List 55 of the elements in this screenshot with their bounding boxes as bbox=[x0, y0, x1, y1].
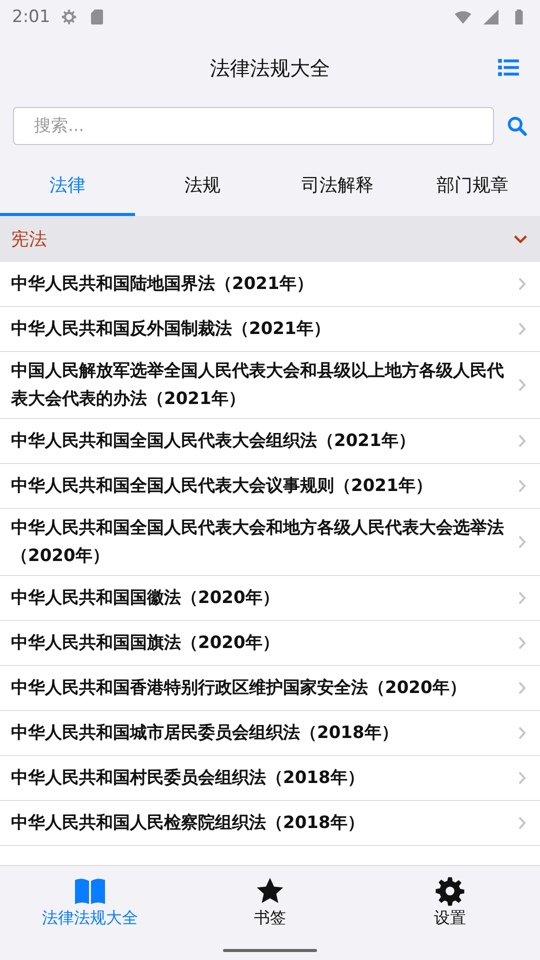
category-tab[interactable]: 部门规章 bbox=[405, 157, 540, 216]
law-title: 中华人民共和国村民委员会组织法（2018年） bbox=[11, 767, 366, 790]
law-list-item[interactable]: 中华人民共和国国旗法（2020年） bbox=[0, 621, 540, 666]
category-tab[interactable]: 司法解释 bbox=[270, 157, 405, 216]
law-list-item[interactable]: 中华人民共和国反外国制裁法（2021年） bbox=[0, 307, 540, 352]
chevron-right-icon bbox=[518, 434, 526, 448]
category-tab[interactable]: 法规 bbox=[135, 157, 270, 216]
book-icon bbox=[74, 876, 106, 906]
app-title: 法律法规大全 bbox=[210, 54, 330, 82]
chevron-right-icon bbox=[518, 681, 526, 695]
law-title: 中华人民共和国全国人民代表大会议事规则（2021年） bbox=[11, 475, 434, 498]
law-list-item[interactable]: 中华人民共和国城市居民委员会组织法（2018年） bbox=[0, 711, 540, 756]
law-list-item[interactable]: 中华人民共和国村民委员会组织法（2018年） bbox=[0, 756, 540, 801]
law-title: 中华人民共和国城市居民委员会组织法（2018年） bbox=[11, 722, 400, 745]
gear-icon bbox=[60, 8, 78, 26]
chevron-right-icon bbox=[518, 535, 526, 549]
law-title: 中华人民共和国国徽法（2020年） bbox=[11, 587, 280, 610]
nav-tab[interactable]: 设置 bbox=[360, 876, 540, 960]
law-list-item[interactable]: 中华人民共和国香港特别行政区维护国家安全法（2020年） bbox=[0, 666, 540, 711]
chevron-right-icon bbox=[518, 378, 526, 392]
law-list-item[interactable]: 中国人民解放军选举全国人民代表大会和县级以上地方各级人民代表大会代表的办法（2021年） bbox=[0, 352, 540, 419]
law-list-item[interactable]: 中华人民共和国陆地国界法（2021年） bbox=[0, 262, 540, 307]
section-header[interactable]: 宪法 bbox=[0, 216, 540, 262]
law-title: 中华人民共和国陆地国界法（2021年） bbox=[11, 273, 314, 296]
nav-tab[interactable]: 书签 bbox=[180, 876, 360, 960]
chevron-right-icon bbox=[518, 591, 526, 605]
wifi-icon bbox=[454, 8, 472, 26]
chevron-right-icon bbox=[518, 726, 526, 740]
settings-icon bbox=[434, 876, 466, 906]
law-list-item[interactable]: 中华人民共和国全国人民代表大会组织法（2021年） bbox=[0, 419, 540, 464]
law-title: 中华人民共和国人民检察院组织法（2018年） bbox=[11, 812, 366, 835]
search-icon[interactable] bbox=[506, 115, 528, 137]
law-title: 中华人民共和国全国人民代表大会组织法（2021年） bbox=[11, 430, 416, 453]
law-title: 中华人民共和国反外国制裁法（2021年） bbox=[11, 318, 332, 341]
law-title: 中华人民共和国国旗法（2020年） bbox=[11, 632, 280, 655]
section-title: 宪法 bbox=[11, 228, 47, 251]
search-field[interactable]: 搜索... bbox=[13, 107, 494, 145]
nav-tab[interactable]: 法律法规大全 bbox=[0, 876, 180, 960]
law-list-item[interactable]: 中华人民共和国全国人民代表大会议事规则（2021年） bbox=[0, 464, 540, 509]
chevron-right-icon bbox=[518, 636, 526, 650]
list-icon[interactable] bbox=[498, 59, 519, 76]
law-list-item[interactable]: 中华人民共和国人民检察院组织法（2018年） bbox=[0, 801, 540, 846]
law-title: 中国人民解放军选举全国人民代表大会和县级以上地方各级人民代表大会代表的办法（2021年） bbox=[11, 360, 505, 411]
chevron-right-icon bbox=[518, 322, 526, 336]
status-time: 2:01 bbox=[12, 7, 50, 27]
chevron-right-icon bbox=[518, 816, 526, 830]
chevron-right-icon bbox=[518, 277, 526, 291]
signal-icon bbox=[482, 8, 500, 26]
chevron-right-icon bbox=[518, 771, 526, 785]
law-title: 中华人民共和国全国人民代表大会和地方各级人民代表大会选举法（2020年） bbox=[11, 517, 505, 568]
chevron-right-icon bbox=[518, 479, 526, 493]
chevron-icon bbox=[513, 234, 528, 244]
law-list-item[interactable]: 中华人民共和国国徽法（2020年） bbox=[0, 576, 540, 621]
law-list-item[interactable]: 中华人民共和国全国人民代表大会和地方各级人民代表大会选举法（2020年） bbox=[0, 509, 540, 576]
law-title: 中华人民共和国香港特别行政区维护国家安全法（2020年） bbox=[11, 677, 468, 700]
